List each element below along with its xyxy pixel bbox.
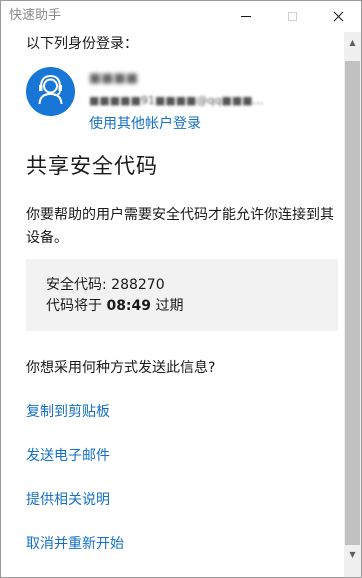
security-code-description: 你要帮助的用户需要安全代码才能允许你连接到其设备。	[26, 207, 334, 246]
close-icon	[333, 11, 344, 22]
quick-assist-window: 快速助手 以下列身份登录： ■■■■ ■■■■■91■■■■@qq■■■… 使用…	[0, 0, 362, 578]
expiry-line: 代码将于 08:49 过期	[46, 296, 183, 316]
main-content: 以下列身份登录： ■■■■ ■■■■■91■■■■@qq■■■… 使用其他帐户登…	[1, 32, 344, 577]
account-name: ■■■■	[89, 71, 139, 86]
security-code-value: 288270	[111, 277, 165, 293]
title-bar: 快速助手	[1, 1, 361, 32]
expiry-prefix: 代码将于	[46, 298, 107, 314]
scroll-thumb[interactable]	[345, 61, 360, 545]
security-code-label: 安全代码:	[46, 277, 112, 293]
copy-to-clipboard-link[interactable]: 复制到剪贴板	[26, 402, 110, 422]
expiry-time: 08:49	[106, 298, 152, 314]
provide-instructions-link[interactable]: 提供相关说明	[26, 490, 110, 510]
minimize-icon	[241, 16, 251, 17]
scroll-down-arrow-icon[interactable]: ▼	[344, 546, 361, 563]
send-method-question: 你想采用何种方式发送此信息?	[26, 360, 216, 376]
minimize-button[interactable]	[223, 1, 269, 32]
expiry-suffix: 过期	[151, 298, 184, 314]
window-title: 快速助手	[9, 8, 62, 23]
security-code-box: 安全代码: 288270 代码将于 08:49 过期	[26, 259, 338, 331]
switch-account-link[interactable]: 使用其他帐户登录	[89, 114, 201, 134]
avatar	[26, 67, 75, 116]
user-headset-icon	[38, 74, 63, 105]
send-email-link[interactable]: 发送电子邮件	[26, 446, 110, 466]
security-code-line: 安全代码: 288270	[46, 275, 165, 295]
scroll-up-arrow-icon[interactable]: ▲	[344, 34, 361, 51]
vertical-scrollbar[interactable]: ▲ ▼	[344, 32, 361, 577]
signed-in-label: 以下列身份登录：	[26, 36, 138, 52]
maximize-button[interactable]	[269, 1, 315, 32]
maximize-icon	[287, 12, 297, 21]
section-title: 共享安全代码	[26, 154, 158, 178]
account-email: ■■■■■91■■■■@qq■■■…	[89, 94, 264, 107]
cancel-and-restart-link[interactable]: 取消并重新开始	[26, 534, 124, 554]
close-button[interactable]	[315, 1, 361, 32]
